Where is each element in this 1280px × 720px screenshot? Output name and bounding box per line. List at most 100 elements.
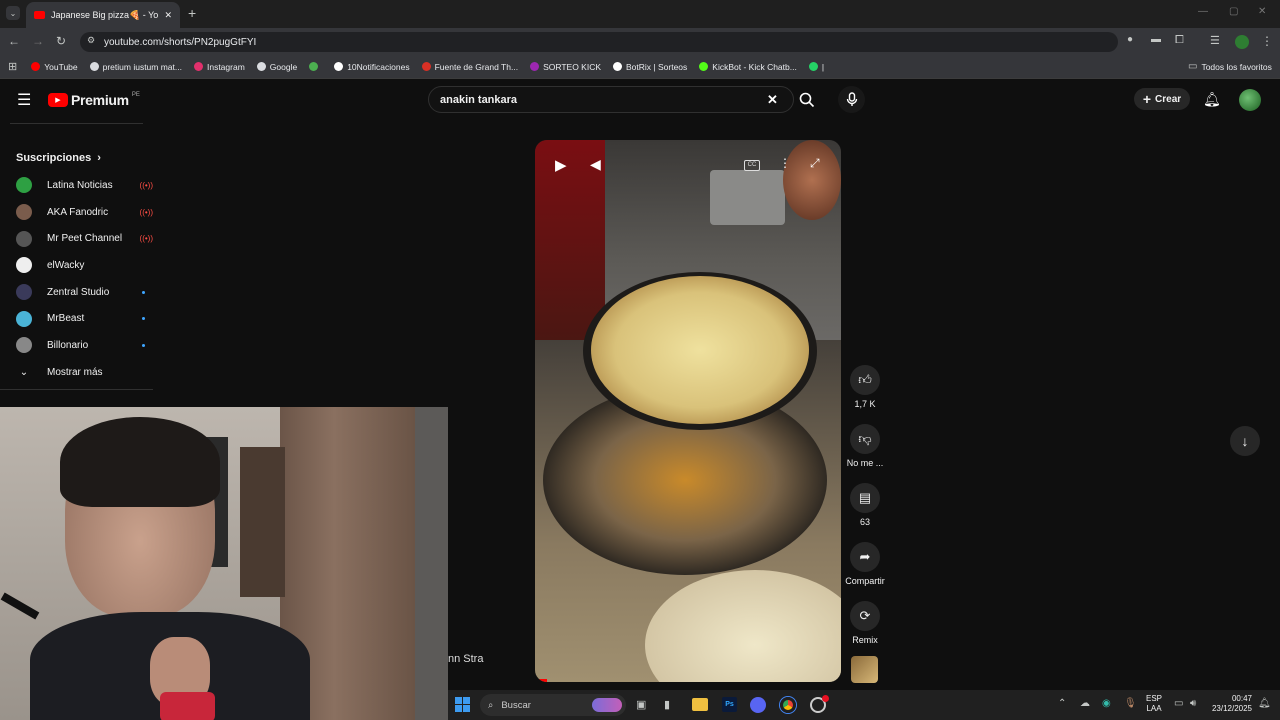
reload-icon[interactable]: ↻ [56,34,66,48]
bookmark-item[interactable] [309,62,322,71]
search-query: anakin tankara [440,93,518,106]
youtube-logo[interactable]: ▶ Premium PE [48,92,140,108]
shorts-video-player[interactable]: ▶ ◀︎ CC ⋮ ⤢ [535,140,841,682]
hamburger-menu-icon[interactable]: ☰ [17,90,31,110]
all-bookmarks[interactable]: ▭ Todos los favoritos [1188,61,1272,72]
fullscreen-icon[interactable]: ⤢ [810,156,820,171]
close-tab-icon[interactable]: ✕ [164,10,172,21]
bookmark-favicon-icon [530,62,540,71]
chevron-down-icon: ⌄ [19,366,29,378]
account-avatar[interactable] [1239,89,1261,111]
discord-icon[interactable] [750,697,766,713]
volume-icon[interactable]: ◀︎ [590,156,601,173]
channel-name: AKA Fanodric [47,206,109,218]
show-more-button[interactable]: ⌄ Mostrar más [0,359,153,386]
tab-search-icon[interactable]: ⌄ [6,6,20,20]
subscription-item[interactable]: AKA Fanodric ((•)) [0,199,153,226]
network-icon[interactable]: ▭ [1174,698,1183,709]
site-info-icon[interactable]: ⚙ [87,35,95,46]
taskbar-search[interactable]: ⌕ Buscar [480,694,626,716]
task-view-icon[interactable]: ▣ [636,698,646,711]
channel-avatar [16,337,32,354]
window-close-icon[interactable]: ✕ [1258,6,1266,17]
subscription-list: Latina Noticias ((•)) AKA Fanodric ((•)) Mr … [0,172,153,359]
subscription-item[interactable]: Latina Noticias ((•)) [0,172,153,199]
minimize-icon[interactable]: — [1198,6,1208,17]
address-field[interactable]: ⚙ youtube.com/shorts/PN2pugGtFYI [80,32,1118,52]
new-tab-icon[interactable]: + [188,5,196,21]
dislike-button[interactable]: 👎︎ No me ... [843,424,887,468]
clock[interactable]: 00:47 23/12/2025 [1210,694,1252,714]
play-icon[interactable]: ▶ [555,156,567,174]
clock-date: 23/12/2025 [1211,704,1252,713]
youtube-favicon-icon [34,11,45,19]
voice-search-button[interactable] [838,86,865,113]
share-button[interactable]: ➦ Compartir [843,542,887,586]
subscription-item[interactable]: Billonario [0,332,153,359]
comments-button[interactable]: ▤ 63 [843,483,887,527]
more-options-icon[interactable]: ⋮ [779,156,791,170]
bookmark-item[interactable]: Google [256,62,297,72]
media-control-icon[interactable]: ☰ [1210,34,1220,47]
notifications-center-icon[interactable]: 🔔︎ [1258,698,1271,709]
subscription-item[interactable]: Mr Peet Channel ((•)) [0,225,153,252]
remix-button[interactable]: ⟳ Remix [843,601,887,645]
bookmark-item[interactable]: 10Notificaciones [334,62,410,72]
menu-kebab-icon[interactable]: ⋮ [1261,34,1273,48]
bookmark-label: KickBot - Kick Chatb... [712,61,797,72]
bookmark-item[interactable]: Fuente de Grand Th... [421,62,518,72]
video-scene-fan [783,140,841,220]
bookmark-item[interactable]: YouTube [31,62,78,72]
bookmark-favicon-icon [89,62,99,71]
progress-bar[interactable] [535,679,547,682]
bookmark-item[interactable]: SORTEO KICK [530,62,601,72]
subscriptions-header[interactable]: Suscripciones › [0,124,153,166]
tray-overflow-icon[interactable]: ⌃ [1058,698,1066,709]
apps-grid-icon[interactable]: ⊞ [8,60,17,73]
forward-icon[interactable]: → [32,34,44,48]
bookmark-item[interactable]: BotRix | Sorteos [613,62,687,72]
file-explorer-icon[interactable] [692,698,708,711]
sidebar: Suscripciones › Latina Noticias ((•)) AKA … [0,120,153,390]
profile-avatar[interactable] [1235,35,1249,49]
subscription-item[interactable]: elWacky [0,252,153,279]
create-button[interactable]: + Crear [1134,88,1190,110]
bookmark-item[interactable]: KickBot - Kick Chatb... [699,62,797,72]
bookmark-label: BotRix | Sorteos [626,61,688,72]
next-short-button[interactable]: ↓ [1230,426,1260,456]
bookmark-item[interactable]: pretium iustum mat... [89,62,182,72]
tray-mic-icon[interactable]: 🎙︎ [1124,698,1137,709]
lang-top: ESP [1146,694,1163,703]
maximize-icon[interactable]: ▢ [1229,6,1238,17]
onedrive-icon[interactable]: ☁ [1080,698,1090,709]
captions-icon[interactable]: CC [744,160,760,171]
bookmark-item[interactable]: Instagram [193,62,245,72]
chrome-icon[interactable] [780,697,796,713]
new-content-dot-icon [142,343,145,347]
search-input[interactable]: anakin tankara ✕ [428,86,794,113]
channel-avatar [16,310,32,327]
volume-tray-icon[interactable]: 🔊︎ [1190,698,1196,709]
tray-app-icon[interactable]: ◉ [1102,698,1111,709]
extensions-puzzle-icon[interactable]: ⧠ [1175,34,1184,47]
audio-thumbnail[interactable] [851,656,878,683]
extension-icon-2[interactable]: ▬ [1151,34,1161,45]
photoshop-icon[interactable]: Ps [722,697,737,712]
region-code: PE [131,92,140,98]
clear-search-icon[interactable]: ✕ [767,92,778,108]
subscription-item[interactable]: MrBeast [0,305,153,332]
search-button[interactable] [794,86,820,113]
back-icon[interactable]: ← [8,34,20,48]
windows-start-icon[interactable] [455,697,470,712]
subscriptions-title: Suscripciones [16,152,92,164]
language-indicator[interactable]: ESP LAA [1146,694,1162,714]
active-tab[interactable]: Japanese Big pizza🍕 - YouTube ✕ [26,2,180,28]
subscription-item[interactable]: Zentral Studio [0,279,153,306]
channel-name: Billonario [47,339,89,351]
notifications-bell-icon[interactable]: 🔔︎ [1203,91,1221,108]
like-count: 1,7 K [854,399,876,409]
app-icon[interactable]: ▮ [664,698,670,711]
like-button[interactable]: 👍︎ 1,7 K [843,365,887,409]
bookmark-item[interactable]: | [808,62,824,72]
extension-icon[interactable]: ● [1127,34,1133,45]
